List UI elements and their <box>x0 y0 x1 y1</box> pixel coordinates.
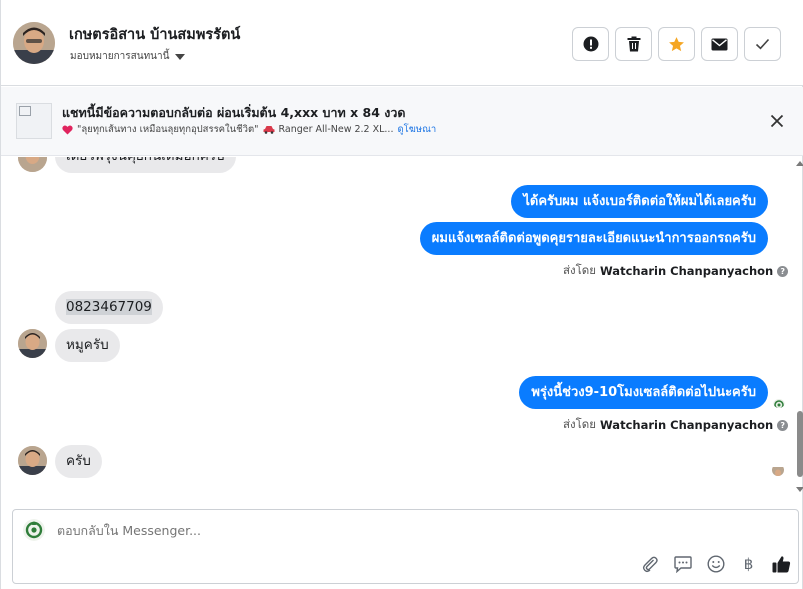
paperclip-icon <box>642 556 658 572</box>
sender-name[interactable]: Watcharin Chanpanyachon <box>600 264 773 278</box>
smiley-icon <box>706 554 725 573</box>
scroll-thumb[interactable] <box>797 411 803 477</box>
read-receipt-icon <box>773 396 785 408</box>
header-actions <box>572 27 781 61</box>
attach-button[interactable] <box>639 553 660 574</box>
conversation-panel: เกษตรอิสาน บ้านสมพรรัตน์ มอบหมายการสนทนา… <box>0 0 803 589</box>
message-input[interactable] <box>57 523 657 538</box>
thumbs-up-icon <box>772 555 791 572</box>
help-icon[interactable]: ? <box>777 419 789 431</box>
message-outgoing: พรุ่งนี้ช่วง9-10โมงเซลล์ติดต่อไปนะครับ <box>519 376 768 409</box>
contact-avatar-small <box>18 157 47 172</box>
contact-avatar-small <box>18 446 47 475</box>
mark-done-button[interactable] <box>744 27 781 61</box>
baht-icon: ฿ <box>743 554 754 573</box>
page-logo-icon <box>23 519 45 541</box>
composer-tools: ฿ <box>639 553 792 574</box>
ad-thumbnail[interactable] <box>16 103 52 139</box>
ad-tagline: "ลุยทุกเส้นทาง เหมือนลุยทุกอุปสรรคในชีวิ… <box>77 124 259 135</box>
message-incoming: ครับ <box>55 445 102 478</box>
heart-icon <box>62 124 73 135</box>
alert-icon <box>583 36 598 52</box>
assign-label: มอบหมายการสนทนานี้ <box>70 51 170 62</box>
close-icon[interactable] <box>767 111 787 131</box>
car-icon <box>263 126 274 134</box>
check-icon <box>755 38 770 50</box>
like-button[interactable] <box>771 553 792 574</box>
ad-reply-banner: แชทนี้มีข้อความตอบกลับต่อ ผ่อนเริ่มต้น 4… <box>1 87 803 156</box>
contact-avatar-small <box>18 329 47 358</box>
sent-by-label: ส่งโดย Watcharin Chanpanyachon ? <box>563 416 789 434</box>
sent-by-prefix: ส่งโดย <box>563 417 597 431</box>
phone-number[interactable]: 0823467709 <box>66 299 152 315</box>
delete-button[interactable] <box>615 27 652 61</box>
envelope-icon <box>711 38 728 50</box>
saved-replies-button[interactable] <box>672 553 693 574</box>
conversation-header: เกษตรอิสาน บ้านสมพรรัตน์ มอบหมายการสนทนา… <box>1 0 803 86</box>
message-incoming: หมูครับ <box>55 329 120 362</box>
trash-icon <box>627 36 640 52</box>
chat-bubble-icon <box>673 555 692 573</box>
scroll-down-arrow[interactable] <box>796 487 803 492</box>
mark-spam-button[interactable] <box>572 27 609 61</box>
payment-button[interactable]: ฿ <box>738 553 759 574</box>
star-icon <box>669 36 684 51</box>
message-thread: เดียวพรุ่งนี้คุยกันเต็มอีกครับ ได้ครับผม… <box>1 157 793 497</box>
ad-subtitle: "ลุยทุกเส้นทาง เหมือนลุยทุกอุปสรรคในชีวิ… <box>62 122 436 137</box>
message-incoming: เดียวพรุ่งนี้คุยกันเต็มอีกครับ <box>55 157 236 173</box>
view-ad-link[interactable]: ดูโฆษณา <box>397 122 436 137</box>
message-outgoing: ผมแจ้งเซลล์ติดต่อพูดคุยรายละเอียดแนะนำกา… <box>419 222 768 255</box>
follow-up-button[interactable] <box>658 27 695 61</box>
contact-name[interactable]: เกษตรอิสาน บ้านสมพรรัตน์ <box>69 23 240 46</box>
chevron-down-icon <box>175 53 186 60</box>
thread-scrollbar[interactable] <box>795 157 803 497</box>
message-outgoing: ได้ครับผม แจ้งเบอร์ติดต่อให้ผมได้เลยครับ <box>511 185 768 218</box>
assign-conversation-dropdown[interactable]: มอบหมายการสนทนานี้ <box>70 49 186 64</box>
ad-title: แชทนี้มีข้อความตอบกลับต่อ ผ่อนเริ่มต้น 4… <box>62 105 406 120</box>
message-incoming-phone: 0823467709 <box>55 291 163 324</box>
help-icon[interactable]: ? <box>777 265 789 277</box>
sender-name[interactable]: Watcharin Chanpanyachon <box>600 418 773 432</box>
scroll-up-arrow[interactable] <box>796 161 803 166</box>
contact-avatar[interactable] <box>13 22 55 64</box>
sent-by-label: ส่งโดย Watcharin Chanpanyachon ? <box>563 262 789 280</box>
ad-product: Ranger All-New 2.2 XL... <box>278 124 394 135</box>
mark-unread-button[interactable] <box>701 27 738 61</box>
emoji-button[interactable] <box>705 553 726 574</box>
sent-by-prefix: ส่งโดย <box>563 263 597 277</box>
seen-avatar-icon <box>772 464 784 476</box>
reply-composer: ฿ <box>12 509 799 584</box>
